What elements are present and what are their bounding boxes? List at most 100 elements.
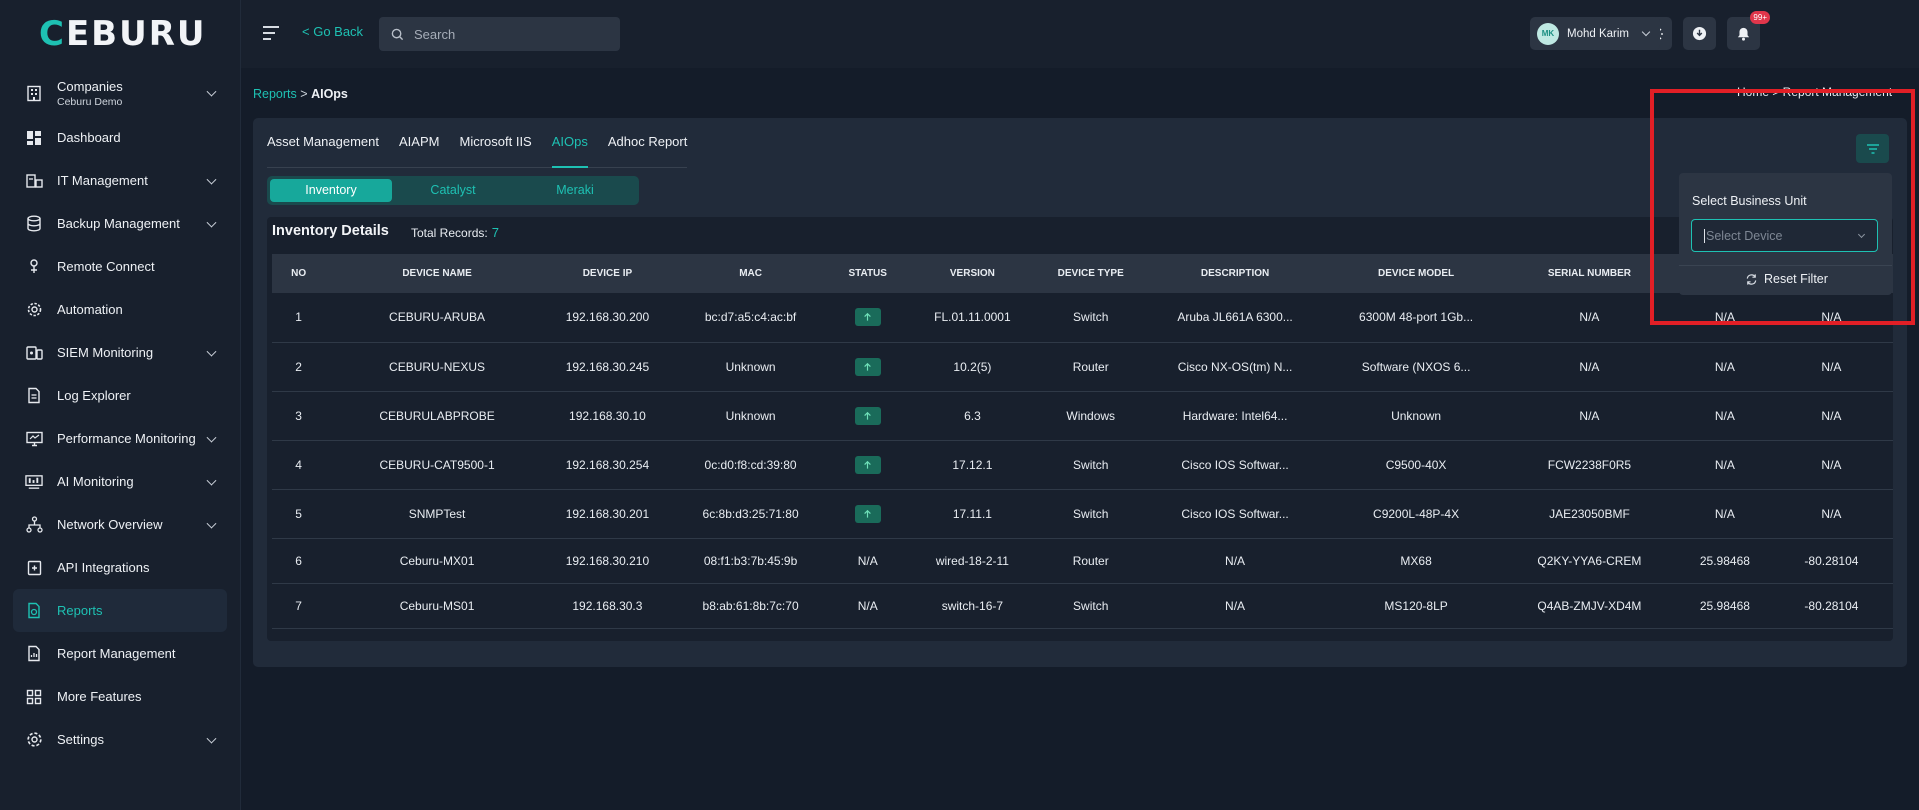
column-header[interactable]: DESCRIPTION <box>1137 254 1333 293</box>
sidebar-item-it-management[interactable]: IT Management <box>13 159 227 202</box>
column-header[interactable]: STATUS <box>835 254 900 293</box>
status-up-badge <box>854 308 881 327</box>
sidebar-item-network-overview[interactable]: Network Overview <box>13 503 227 546</box>
search-input[interactable] <box>414 26 604 42</box>
table-row[interactable]: 6 Ceburu-MX01 192.168.30.210 08:f1:b3:7b:45… <box>272 538 1893 584</box>
go-back-link[interactable]: < Go Back <box>302 24 363 39</box>
table-cell: N/A <box>1769 391 1893 441</box>
table-cell: N/A <box>1679 440 1770 490</box>
sidebar-item-report-management[interactable]: Report Management <box>13 632 227 675</box>
table-row[interactable]: 3 CEBURULABPROBE 192.168.30.10 Unknown 6.3 Wi… <box>272 391 1893 441</box>
table-cell: 25.98468 <box>1679 538 1770 584</box>
table-cell: 192.168.30.254 <box>548 440 666 490</box>
table-cell: Cisco IOS Softwar... <box>1136 440 1334 490</box>
sidebar-item-performance-monitoring[interactable]: Performance Monitoring <box>13 417 227 460</box>
subtab-inventory[interactable]: Inventory <box>270 179 392 202</box>
table-cell: CEBURULABPROBE <box>325 391 549 441</box>
table-row[interactable]: 2 CEBURU-NEXUS 192.168.30.245 Unknown 10.2(5… <box>272 342 1893 392</box>
column-header[interactable]: NO <box>272 254 325 293</box>
notifications-button[interactable]: 99+ <box>1727 11 1770 50</box>
sidebar: CEBURU Companies Ceburu Demo Dashboard IT M… <box>0 0 241 810</box>
table-cell: Unknown <box>665 342 836 392</box>
column-header[interactable]: DEVICE IP <box>549 254 666 293</box>
table-cell: Router <box>1044 342 1137 392</box>
column-header[interactable]: SERIAL NUMBER <box>1499 254 1680 293</box>
arrow-up-icon <box>864 411 871 420</box>
table-cell: 192.168.30.3 <box>548 583 666 629</box>
user-menu[interactable]: MK Mohd Karim <box>1530 17 1660 50</box>
table-cell: N/A <box>1679 391 1770 441</box>
table-row[interactable]: 1 CEBURU-ARUBA 192.168.30.200 bc:d7:a5:c4:a… <box>272 293 1893 343</box>
status-up-badge <box>854 406 881 425</box>
chevron-down-icon <box>206 86 217 97</box>
building-icon <box>25 84 43 102</box>
reset-filter-button[interactable]: Reset Filter <box>1745 272 1828 286</box>
chevron-down-icon <box>1641 27 1651 37</box>
table-cell: Aruba JL661A 6300... <box>1136 293 1334 343</box>
status-up-badge <box>854 357 881 376</box>
column-header[interactable]: DEVICE TYPE <box>1045 254 1137 293</box>
menu-toggle-icon[interactable] <box>263 26 279 44</box>
column-header[interactable]: DEVICE NAME <box>325 254 549 293</box>
table-cell: N/A <box>835 583 901 629</box>
business-unit-select[interactable]: Select Device <box>1691 219 1878 252</box>
table-row[interactable]: 7 Ceburu-MS01 192.168.30.3 b8:ab:61:8b:7c:7… <box>272 583 1893 629</box>
table-cell: Switch <box>1044 293 1137 343</box>
sidebar-item-reports[interactable]: Reports <box>13 589 227 632</box>
sidebar-item-more-features[interactable]: More Features <box>13 675 227 718</box>
sidebar-item-automation[interactable]: Automation <box>13 288 227 331</box>
table-cell: 6 <box>272 538 326 584</box>
sidebar-item-backup-management[interactable]: Backup Management <box>13 202 227 245</box>
sidebar-item-siem-monitoring[interactable]: SIEM Monitoring <box>13 331 227 374</box>
column-header[interactable]: VERSION <box>900 254 1044 293</box>
arrow-up-icon <box>864 313 871 321</box>
download-button[interactable] <box>1683 17 1716 50</box>
table-cell: 08:f1:b3:7b:45:9b <box>665 538 836 584</box>
monitor-icon <box>25 430 43 448</box>
breadcrumb-reports[interactable]: Reports <box>253 87 297 101</box>
subtab-meraki[interactable]: Meraki <box>514 179 636 202</box>
filter-button[interactable] <box>1856 134 1889 163</box>
sidebar-item-api-integrations[interactable]: API Integrations <box>13 546 227 589</box>
sidebar-item-label: API Integrations <box>57 560 150 575</box>
search-box[interactable] <box>379 17 620 51</box>
user-name: Mohd Karim <box>1567 27 1629 40</box>
table-cell: N/A <box>1679 489 1770 539</box>
sidebar-item-companies[interactable]: Companies Ceburu Demo <box>13 70 227 116</box>
table-cell: Windows <box>1044 391 1137 441</box>
tab-adhoc-report[interactable]: Adhoc Report <box>608 118 688 168</box>
tab-asset-management[interactable]: Asset Management <box>267 118 379 168</box>
table-row[interactable]: 5 SNMPTest 192.168.30.201 6c:8b:d3:25:71:80… <box>272 489 1893 539</box>
column-header[interactable]: MAC <box>666 254 835 293</box>
document-icon <box>25 387 43 405</box>
arrow-up-icon <box>864 460 871 469</box>
table-cell <box>835 293 901 343</box>
sidebar-item-dashboard[interactable]: Dashboard <box>13 116 227 159</box>
reset-filter-label: Reset Filter <box>1764 272 1828 286</box>
column-header[interactable]: DEVICE MODEL <box>1333 254 1499 293</box>
tab-aiapm[interactable]: AIAPM <box>399 118 439 168</box>
sidebar-item-settings[interactable]: Settings <box>13 718 227 761</box>
table-cell: -80.28104 <box>1769 538 1893 584</box>
sidebar-item-remote-connect[interactable]: Remote Connect <box>13 245 227 288</box>
ceburu-logo[interactable]: CEBURU <box>39 14 207 54</box>
siem-icon <box>25 344 43 362</box>
sidebar-item-label: IT Management <box>57 173 148 188</box>
inventory-subtabs: Inventory Catalyst Meraki <box>267 176 639 205</box>
search-icon <box>391 28 404 40</box>
subtab-catalyst[interactable]: Catalyst <box>392 179 514 202</box>
table-cell: 192.168.30.10 <box>548 391 666 441</box>
tab-aiops[interactable]: AIOps <box>551 118 588 168</box>
table-cell: N/A <box>1498 391 1680 441</box>
remote-icon <box>25 258 43 276</box>
sidebar-item-ai-monitoring[interactable]: AI Monitoring <box>13 460 227 503</box>
table-cell: Switch <box>1044 583 1137 629</box>
sidebar-item-label: Dashboard <box>57 130 121 145</box>
inventory-title: Inventory Details <box>272 223 389 239</box>
bell-icon <box>1737 27 1750 41</box>
chevron-down-icon <box>206 432 217 443</box>
table-row[interactable]: 4 CEBURU-CAT9500-1 192.168.30.254 0c:d0:f8:… <box>272 440 1893 490</box>
table-cell: 2 <box>272 342 326 392</box>
sidebar-item-log-explorer[interactable]: Log Explorer <box>13 374 227 417</box>
tab-microsoft-iis[interactable]: Microsoft IIS <box>459 118 531 168</box>
